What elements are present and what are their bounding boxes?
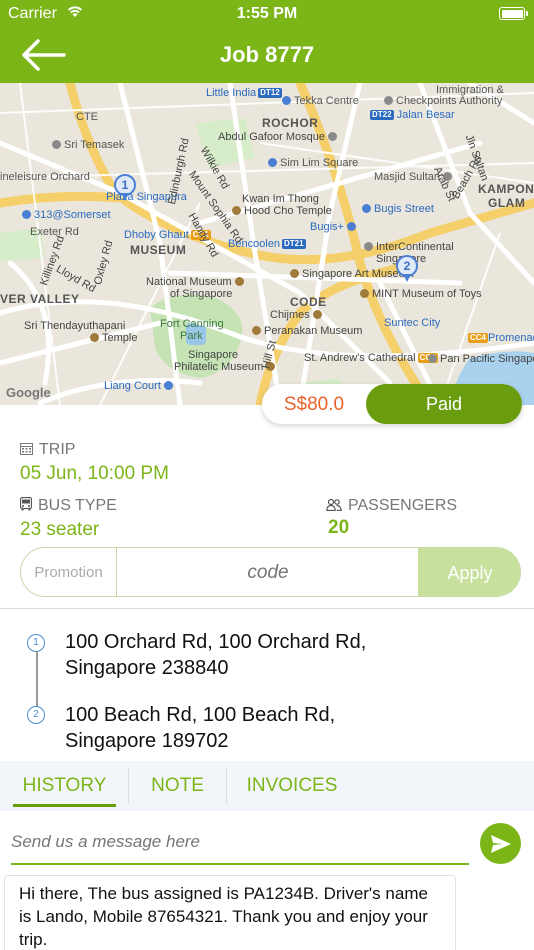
map-label-kampong: KAMPON <box>478 182 534 196</box>
tab-note[interactable]: NOTE <box>129 761 226 811</box>
dropoff-address-line1: 100 Beach Rd, 100 Beach Rd, <box>65 704 336 726</box>
bus-type-value: 23 seater <box>20 519 100 540</box>
trip-label: TRIP <box>39 441 76 458</box>
map-label-orchard: ineleisure Orchard <box>0 171 90 183</box>
nav-bar: Job 8777 <box>0 30 534 83</box>
map-label-philatelic: Singapore <box>188 349 239 361</box>
status-bar: Carrier 1:55 PM <box>0 0 534 30</box>
message-bubble: Hi there, The bus assigned is PA1234B. D… <box>4 875 456 950</box>
payment-status-badge[interactable]: Paid <box>366 384 522 424</box>
promotion-bar: Promotion Apply <box>20 547 521 597</box>
map-label-tekka: Tekka Centre <box>294 95 359 107</box>
map-label-river-valley: VER VALLEY <box>0 292 80 306</box>
route-stop-marker-2: 2 <box>27 706 45 724</box>
map-label-pan-pacific: Pan Pacific Singapo <box>440 353 534 365</box>
status-time: 1:55 PM <box>236 5 298 22</box>
page-title: Job 8777 <box>219 42 315 67</box>
map-label-st-andrews: St. Andrew's Cathedral <box>304 352 416 364</box>
battery-icon <box>499 7 528 20</box>
map-label-national-museum: National Museum <box>146 276 232 288</box>
pickup-address-line1: 100 Orchard Rd, 100 Orchard Rd, <box>65 631 367 653</box>
send-button[interactable] <box>480 823 521 864</box>
bus-type-label-row: BUS TYPE <box>19 496 117 516</box>
map-label-peranakan: Peranakan Museum <box>264 325 363 337</box>
passengers-label-row: PASSENGERS <box>326 497 457 516</box>
map-label-dhoby: Dhoby Ghaut <box>124 229 189 241</box>
message-input[interactable] <box>11 829 469 865</box>
map-label-cte: CTE <box>76 111 98 123</box>
google-logo: Google <box>6 385 51 400</box>
promotion-label: Promotion <box>21 548 117 596</box>
divider <box>0 608 534 609</box>
map-label-liang-court: Liang Court <box>104 380 161 392</box>
map-label-of-singapore: of Singapore <box>170 288 233 300</box>
map-mrt-dt12: DT12 <box>258 88 282 98</box>
send-icon <box>491 835 511 853</box>
map-label-mint: MINT Museum of Toys <box>372 288 482 300</box>
map-label-intercontinental: InterContinental <box>376 241 454 253</box>
map-label-rochor: ROCHOR <box>262 116 319 130</box>
map-label-masjid: Masjid Sultan <box>374 171 441 183</box>
map-label-thendayuthapani: Sri Thendayuthapani <box>24 320 126 332</box>
map-label-chijmes: Chijmes <box>270 309 310 321</box>
pickup-address-line2: Singapore 238840 <box>65 657 229 679</box>
bus-icon <box>19 496 33 516</box>
map-label-bugis-street: Bugis Street <box>374 203 434 215</box>
trip-label-row: TRIP <box>20 441 75 460</box>
map-label-park: Park <box>180 330 203 342</box>
promo-code-input[interactable] <box>118 548 418 596</box>
bus-type-label: BUS TYPE <box>38 497 117 514</box>
route-connector <box>36 651 38 707</box>
detail-tabs: HISTORY NOTE INVOICES <box>0 761 534 811</box>
map-label-glam: GLAM <box>488 196 526 210</box>
route-map[interactable]: Little India DT12 Tekka Centre Immigratio… <box>0 83 534 405</box>
map-label-jalan-besar: Jalan Besar <box>396 109 455 121</box>
route-stop-marker-1: 1 <box>27 634 45 652</box>
fare-price: S$80.0 <box>283 394 345 415</box>
map-label-kwan-im: Kwan Im Thong <box>242 193 319 205</box>
map-label-mosque: Abdul Gafoor Mosque <box>218 131 326 143</box>
pickup-address[interactable]: 100 Orchard Rd, 100 Orchard Rd, Singapor… <box>65 629 505 681</box>
people-icon <box>326 498 342 516</box>
map-label-philatelic-2: Philatelic Museum <box>174 361 264 373</box>
map-label-checkpoints: Checkpoints Authority <box>396 95 503 107</box>
passengers-value: 20 <box>328 517 350 538</box>
map-pin-icon[interactable]: 2 <box>396 255 418 283</box>
map-mrt-dt22: DT22 <box>370 110 394 120</box>
map-label-temple: Temple <box>102 332 138 344</box>
fare-pill: S$80.0 Paid <box>262 384 522 424</box>
map-label-sim-lim: Sim Lim Square <box>280 157 359 169</box>
map-label-promenade: Promenade <box>488 332 534 344</box>
map-mrt-cc4: CC4 <box>468 333 489 343</box>
dropoff-address[interactable]: 100 Beach Rd, 100 Beach Rd, Singapore 18… <box>65 702 505 754</box>
map-label-code: CODE <box>290 295 327 309</box>
map-label-suntec: Suntec City <box>384 317 441 329</box>
map-label-little-india: Little India <box>206 87 257 99</box>
dropoff-address-line2: Singapore 189702 <box>65 730 229 752</box>
map-label-temasek: Sri Temasek <box>64 139 125 151</box>
map-label-bugis-plus: Bugis+ <box>310 221 344 233</box>
tab-invoices[interactable]: INVOICES <box>227 761 357 811</box>
map-label-hood-cho: Hood Cho Temple <box>244 205 332 217</box>
map-mrt-dt21: DT21 <box>282 239 306 249</box>
tab-history[interactable]: HISTORY <box>13 761 116 811</box>
map-label-fort-canning: Fort Canning <box>160 318 224 330</box>
apply-button[interactable]: Apply <box>418 548 520 596</box>
map-label-somerset: 313@Somerset <box>34 209 111 221</box>
map-label-museum: MUSEUM <box>130 243 187 257</box>
calendar-icon <box>20 442 33 460</box>
trip-datetime: 05 Jun, 10:00 PM <box>20 463 169 484</box>
map-pin-icon[interactable]: 1 <box>114 174 136 202</box>
passengers-label: PASSENGERS <box>348 497 458 514</box>
